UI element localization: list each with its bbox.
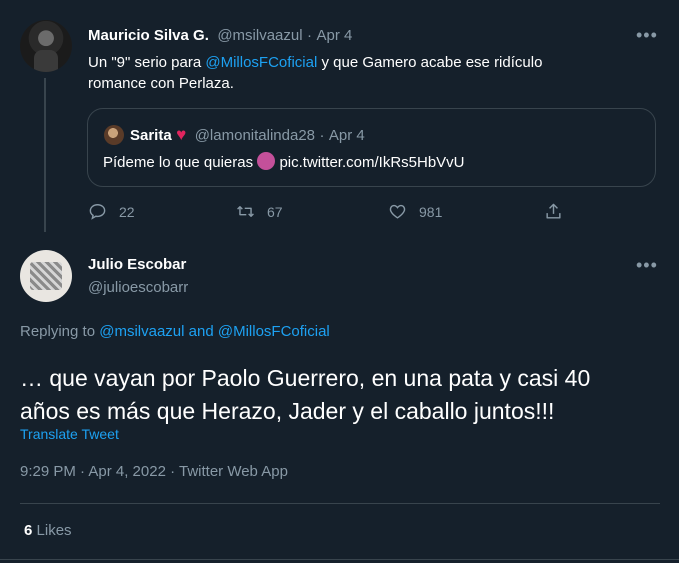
parent-text-pre: Un "9" serio para [88, 54, 206, 71]
main-author-avatar[interactable] [20, 250, 72, 302]
main-author-name[interactable]: Julio Escobar [88, 256, 186, 273]
quoted-author-avatar [104, 125, 124, 145]
divider-bottom [0, 559, 679, 560]
retweet-icon [237, 206, 254, 217]
quoted-author-handle: @lamonitalinda28 [194, 127, 316, 144]
devil-emoji-icon [257, 152, 276, 170]
retweet-count: 67 [267, 203, 283, 220]
translate-tweet-link[interactable]: Translate Tweet [20, 426, 119, 442]
likes-label: Likes [36, 522, 72, 539]
more-horizontal-icon: ••• [636, 25, 658, 45]
replying-prefix: Replying to [20, 323, 100, 340]
separator-dot: · [319, 127, 325, 144]
tweet-meta: 9:29 PM · Apr 4, 2022 · Twitter Web App [20, 463, 288, 480]
reply-icon [89, 204, 106, 220]
parent-author-name[interactable]: Mauricio Silva G. [88, 27, 209, 44]
parent-author-avatar[interactable] [20, 20, 72, 72]
likes-count: 6 [24, 522, 33, 539]
like-action[interactable]: 981 [388, 202, 442, 221]
share-action[interactable] [544, 202, 563, 221]
quoted-author-name: Sarita [130, 127, 172, 144]
reply-count: 22 [119, 203, 135, 220]
reply-mention-2[interactable]: @MillosFCoficial [218, 323, 330, 340]
quoted-tweet-header: Sarita ♥ @lamonitalinda28 · Apr 4 [130, 125, 365, 145]
main-author-handle[interactable]: @julioescobarr [88, 279, 188, 296]
heart-icon [389, 204, 406, 219]
main-tweet-text: … que vayan por Paolo Guerrero, en una p… [20, 362, 590, 428]
parent-text-line2: romance con Perlaza. [88, 75, 234, 92]
heart-emoji-icon: ♥ [176, 125, 187, 144]
parent-text-post: y que Gamero acabe ese ridículo [317, 54, 543, 71]
divider [20, 503, 660, 504]
share-icon [546, 203, 561, 219]
separator-dot: · [307, 27, 313, 44]
parent-tweet-date[interactable]: Apr 4 [316, 27, 352, 44]
parent-mention-link[interactable]: @MillosFCoficial [205, 54, 317, 71]
thread-connector-line [44, 78, 46, 232]
parent-more-button[interactable]: ••• [636, 25, 658, 46]
parent-tweet-header: Mauricio Silva G. @msilvaazul · Apr 4 [88, 27, 352, 45]
quoted-text: Pídeme lo que quieras [103, 154, 254, 171]
quoted-tweet-date: Apr 4 [328, 127, 365, 144]
likes-summary[interactable]: 6 Likes [24, 522, 72, 539]
retweet-action[interactable]: 67 [236, 202, 283, 221]
reply-mention-1[interactable]: @msilvaazul [99, 323, 184, 340]
replying-to-line: Replying to @msilvaazul and @MillosFCofi… [20, 323, 330, 340]
main-more-button[interactable]: ••• [636, 255, 658, 276]
quoted-tweet-text: Pídeme lo que quieras pic.twitter.com/Ik… [103, 152, 465, 173]
reply-action[interactable]: 22 [88, 202, 135, 221]
like-count: 981 [419, 203, 443, 220]
quoted-media-link: pic.twitter.com/IkRs5HbVvU [279, 154, 465, 171]
main-text-line2: años es más que Herazo, Jader y el cabal… [20, 398, 555, 424]
reply-and: and [184, 323, 218, 340]
quoted-tweet-card[interactable]: Sarita ♥ @lamonitalinda28 · Apr 4 Pídeme… [87, 108, 656, 187]
parent-tweet-text: Un "9" serio para @MillosFCoficial y que… [88, 52, 648, 94]
parent-author-handle[interactable]: @msilvaazul [217, 27, 302, 44]
more-horizontal-icon: ••• [636, 255, 658, 275]
main-text-line1: … que vayan por Paolo Guerrero, en una p… [20, 365, 591, 391]
